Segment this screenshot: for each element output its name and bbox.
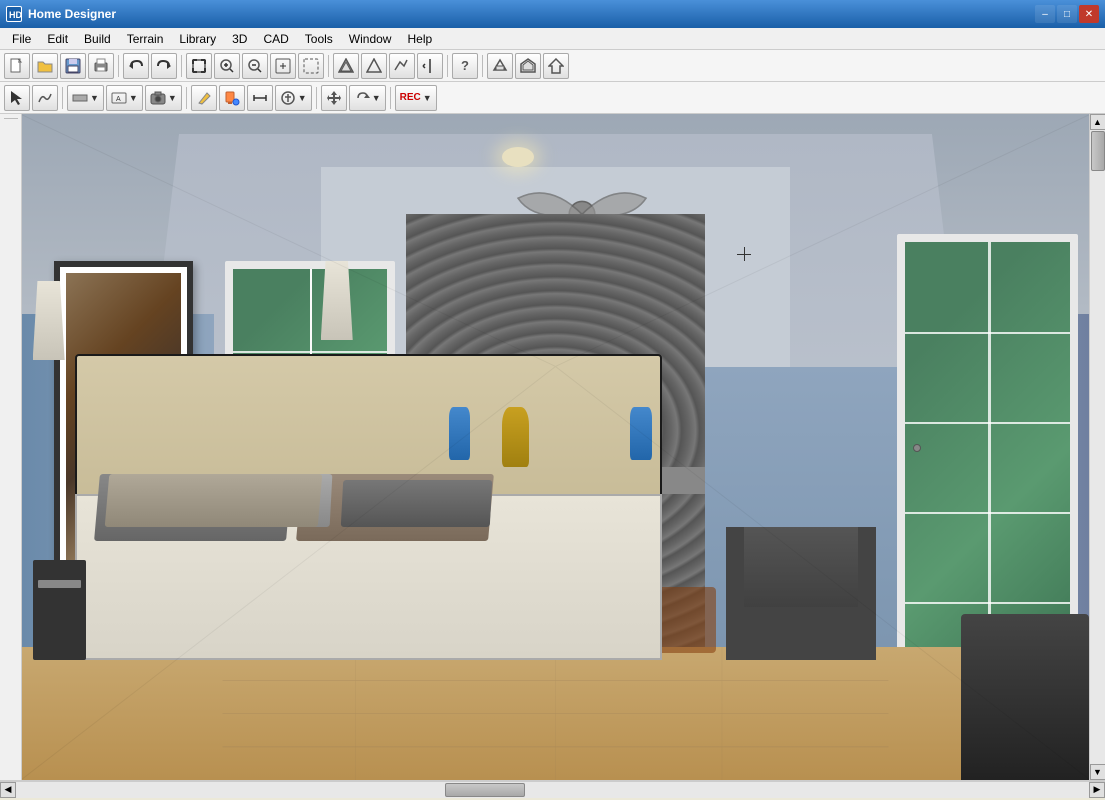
nightstand: [33, 560, 86, 660]
scene: [22, 114, 1089, 780]
menu-tools[interactable]: Tools: [297, 28, 341, 49]
help-button[interactable]: ?: [452, 53, 478, 79]
select-tool-button[interactable]: [4, 85, 30, 111]
scroll-right-arrow[interactable]: ▶: [1089, 782, 1105, 798]
menu-bar: File Edit Build Terrain Library 3D CAD T…: [0, 28, 1105, 50]
restore-button[interactable]: □: [1057, 5, 1077, 23]
main-area: ▲ ▼: [0, 114, 1105, 780]
wall-sconce-right: [321, 261, 353, 341]
toolbar-separator-3: [328, 55, 329, 77]
menu-build[interactable]: Build: [76, 28, 119, 49]
menu-3d[interactable]: 3D: [224, 28, 255, 49]
vase-2: [502, 407, 529, 467]
toolbar2-separator-2: [186, 87, 187, 109]
vase-3: [630, 407, 651, 460]
move-tool-button[interactable]: [321, 85, 347, 111]
armchair-2: [961, 614, 1089, 781]
svg-text:A: A: [116, 96, 121, 103]
vertical-scrollbar[interactable]: ▲ ▼: [1089, 114, 1105, 780]
new-button[interactable]: [4, 53, 30, 79]
toolbar-separator-1: [118, 55, 119, 77]
toolbar-2: ▼ A ▼ ▼ ▼ ▼ REC ▼: [0, 82, 1105, 114]
minimize-button[interactable]: –: [1035, 5, 1055, 23]
view-roof-button[interactable]: [543, 53, 569, 79]
title-bar: HD Home Designer – □ ✕: [0, 0, 1105, 28]
toolbar-a-button[interactable]: [333, 53, 359, 79]
view-3d-button[interactable]: [487, 53, 513, 79]
paint-tool-button[interactable]: [219, 85, 245, 111]
svg-text:HD: HD: [9, 10, 21, 20]
toolbar-1: ?: [0, 50, 1105, 82]
toolbar2-separator-4: [390, 87, 391, 109]
h-scroll-thumb[interactable]: [445, 783, 525, 797]
rotate-tool-button[interactable]: ▼: [349, 85, 386, 111]
nightstand-alarm: [38, 580, 81, 588]
camera-button[interactable]: ▼: [145, 85, 182, 111]
vase-1: [449, 407, 470, 460]
toolbar-d-button[interactable]: [417, 53, 443, 79]
left-toolbar: [0, 114, 22, 780]
undo-button[interactable]: [123, 53, 149, 79]
h-scroll-track[interactable]: [16, 782, 1089, 798]
menu-cad[interactable]: CAD: [255, 28, 296, 49]
zoom-select-button[interactable]: [298, 53, 324, 79]
zoom-realtime-button[interactable]: [270, 53, 296, 79]
scroll-track[interactable]: [1090, 130, 1105, 764]
polyline-tool-button[interactable]: [32, 85, 58, 111]
pillow-4: [105, 474, 323, 527]
text-tool-button[interactable]: ▼: [275, 85, 312, 111]
window-controls: – □ ✕: [1035, 5, 1099, 23]
scroll-down-arrow[interactable]: ▼: [1090, 764, 1105, 780]
menu-window[interactable]: Window: [341, 28, 400, 49]
scroll-thumb[interactable]: [1091, 131, 1105, 171]
dimension-tool-button[interactable]: [247, 85, 273, 111]
save-button[interactable]: [60, 53, 86, 79]
room-label-button[interactable]: A ▼: [106, 85, 143, 111]
toolbar-separator-4: [447, 55, 448, 77]
armchair: [726, 527, 875, 660]
toolbar2-separator-3: [316, 87, 317, 109]
toolbar-b-button[interactable]: [361, 53, 387, 79]
redo-button[interactable]: [151, 53, 177, 79]
toolbar-separator-5: [482, 55, 483, 77]
print-button[interactable]: [88, 53, 114, 79]
toolbar-c-button[interactable]: [389, 53, 415, 79]
toolbar2-separator-1: [62, 87, 63, 109]
armchair-seat: [726, 607, 875, 660]
menu-terrain[interactable]: Terrain: [119, 28, 172, 49]
horizontal-scrollbar[interactable]: ◀ ▶: [0, 781, 1105, 797]
toolbar-separator-2: [181, 55, 182, 77]
wall-tool-button[interactable]: ▼: [67, 85, 104, 111]
pillow-5: [341, 480, 493, 527]
armchair-arm-left: [726, 527, 744, 660]
scroll-left-arrow[interactable]: ◀: [0, 782, 16, 798]
menu-library[interactable]: Library: [171, 28, 224, 49]
canvas-3d-view[interactable]: [22, 114, 1089, 780]
view-floor-button[interactable]: [515, 53, 541, 79]
menu-help[interactable]: Help: [399, 28, 440, 49]
close-button[interactable]: ✕: [1079, 5, 1099, 23]
bottom-area: ◀ ▶: [0, 780, 1105, 797]
wall-sconce-left: [33, 281, 65, 361]
record-button[interactable]: REC ▼: [395, 85, 437, 111]
pencil-tool-button[interactable]: [191, 85, 217, 111]
zoom-in-button[interactable]: [214, 53, 240, 79]
open-button[interactable]: [32, 53, 58, 79]
zoom-fit-button[interactable]: [186, 53, 212, 79]
armchair-arm-right: [858, 527, 876, 660]
floor: [22, 647, 1089, 780]
menu-edit[interactable]: Edit: [39, 28, 76, 49]
menu-file[interactable]: File: [4, 28, 39, 49]
app-title: Home Designer: [28, 7, 1035, 21]
app-icon: HD: [6, 6, 22, 22]
left-sep: [4, 118, 18, 119]
zoom-out-button[interactable]: [242, 53, 268, 79]
scroll-up-arrow[interactable]: ▲: [1090, 114, 1105, 130]
